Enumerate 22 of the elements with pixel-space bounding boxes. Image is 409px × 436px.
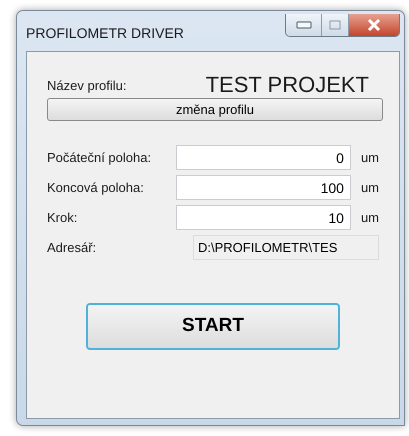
input-field[interactable]: 0 [176,145,351,170]
field-label: Krok: [47,209,78,228]
field-label: Počáteční poloha: [47,149,152,168]
unit-label: um [360,149,379,168]
input-field[interactable]: 10 [176,205,351,230]
directory-field[interactable]: D:\PROFILOMETR\TES [193,235,379,260]
maximize-button[interactable] [322,14,349,36]
window-title: PROFILOMETR DRIVER [26,24,184,43]
start-button[interactable]: START [86,302,340,350]
close-icon [367,19,381,31]
maximize-icon [329,20,341,30]
field-label: Adresář: [47,239,98,258]
field-label: Koncová poloha: [47,179,145,198]
minimize-icon [296,21,312,29]
close-button[interactable] [349,14,399,36]
profile-label: Název profilu: [47,77,126,96]
input-field[interactable]: 100 [176,175,351,200]
profile-name: TEST PROJEKT [206,74,369,96]
minimize-button[interactable] [286,14,322,36]
unit-label: um [360,209,379,228]
unit-label: um [360,179,379,198]
change-profile-button[interactable]: změna profilu [47,98,383,121]
